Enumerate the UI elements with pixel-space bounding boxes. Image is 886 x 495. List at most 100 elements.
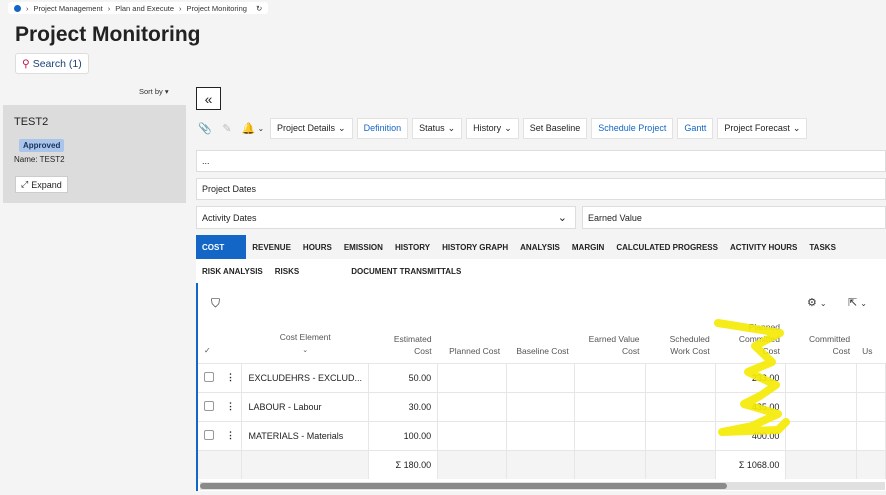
scrollbar-thumb[interactable] [200,483,727,489]
tab-cost[interactable]: COST [196,235,247,259]
row-menu-icon[interactable]: ⋮ [220,391,243,421]
filter-icon[interactable]: ⛉ [211,296,220,311]
totals-row: Σ 180.00 Σ 1068.00 [198,449,886,479]
project-forecast-button[interactable]: Project Forecast ⌄ [717,117,808,139]
sort-by-dropdown[interactable]: Sort by ▾ [139,87,169,96]
horizontal-scrollbar[interactable] [200,482,885,490]
row-checkbox[interactable] [204,429,214,440]
cost-element-cell: EXCLUDEHRS - EXCLUD... [241,362,369,392]
tab-hours[interactable]: HOURS [297,235,338,259]
chevron-down-icon: ⌄ [447,122,456,133]
planned-committed-cost-total: Σ 1068.00 [715,449,787,479]
status-button[interactable]: Status ⌄ [412,117,463,139]
project-dates-label: Project Dates [202,184,257,194]
expand-button[interactable]: ⤢ Expand [15,176,68,193]
tab-revenue[interactable]: REVENUE [246,235,297,259]
chevron-down-icon: ⌄ [338,122,346,133]
tab-history-graph[interactable]: HISTORY GRAPH [436,235,514,259]
expand-icon: ⤢ [21,179,29,189]
planned-cost-cell [437,391,507,421]
sort-by-label: Sort by [139,87,163,96]
set-baseline-label: Set Baseline [529,123,581,133]
activity-dates-select[interactable]: Activity Dates ⌄ [196,206,576,229]
next-cell [856,362,886,392]
breadcrumb-item[interactable]: Project Monitoring [187,4,247,13]
row-checkbox[interactable] [204,400,214,411]
tab-document-transmittals[interactable]: DOCUMENT TRANSMITTALS [345,259,467,283]
planned-committed-cost-cell: 400.00 [715,420,787,450]
row-menu-icon[interactable]: ⋮ [220,362,243,392]
page-title: Project Monitoring [15,23,201,46]
planned-cost-cell [437,420,507,450]
tab-tasks[interactable]: TASKS [803,235,842,259]
select-all-checkbox[interactable]: ✓ [198,319,220,363]
col-cost-element[interactable]: Cost Element ⌄ [242,319,369,363]
export-icon[interactable]: ⇱ ⌄ [848,296,867,309]
col-estimated-cost[interactable]: Estimated Cost [368,319,437,363]
committed-cost-cell [785,391,857,421]
col-baseline-cost[interactable]: Baseline Cost [506,319,575,363]
committed-cost-cell [785,420,857,450]
col-next[interactable]: Us [856,319,885,363]
collapse-panel-button[interactable]: « [196,87,221,110]
double-chevron-left-icon: « [204,90,213,107]
project-details-label: Project Details [277,123,336,133]
earned-value-section[interactable]: Earned Value [582,206,886,229]
earned-value-cost-cell [574,362,647,392]
set-baseline-button[interactable]: Set Baseline [522,117,588,139]
tab-history[interactable]: HISTORY [389,235,436,259]
breadcrumb-item[interactable]: Project Management [34,4,103,13]
project-details-button[interactable]: Project Details ⌄ [270,117,353,139]
breadcrumb-item[interactable]: Plan and Execute [115,4,174,13]
bell-icon[interactable]: 🔔 ⌄ [240,118,266,138]
planned-committed-cost-cell: 233.00 [715,362,787,392]
edit-icon[interactable]: ✎ [218,118,236,138]
chevron-down-icon: ⌄ [504,122,512,133]
gantt-button[interactable]: Gantt [677,117,714,139]
history-button[interactable]: History ⌄ [466,117,519,139]
schedule-project-button[interactable]: Schedule Project [591,117,674,139]
col-scheduled-work-cost[interactable]: Scheduled Work Cost [646,319,716,363]
col-planned-cost[interactable]: Planned Cost [438,319,507,363]
search-button[interactable]: ⚲ Search (1) [15,53,89,74]
settings-gear-icon[interactable]: ⚙ ⌄ [807,296,827,309]
estimated-cost-cell: 50.00 [368,362,439,392]
earned-value-label: Earned Value [588,212,642,223]
caret-down-icon: ▾ [164,87,169,96]
table-row[interactable]: ⋮ LABOUR - Labour 30.00 435.00 [198,391,886,421]
cost-element-cell: LABOUR - Labour [241,391,369,421]
tab-activity-hours[interactable]: ACTIVITY HOURS [724,235,803,259]
project-name: TEST2 [14,116,49,128]
col-committed-cost[interactable]: Committed Cost [786,319,856,363]
table-row[interactable]: ⋮ EXCLUDEHRS - EXCLUD... 50.00 233.00 [198,362,886,392]
project-dates-section[interactable]: Project Dates [196,178,886,200]
row-menu-icon[interactable]: ⋮ [220,420,243,450]
gantt-label: Gantt [684,123,707,133]
row-checkbox[interactable] [204,371,214,382]
cost-table: ✓ Cost Element ⌄ Estimated Cost Planned C… [198,319,886,479]
refresh-icon[interactable]: ↻ [256,4,262,13]
home-icon[interactable] [14,4,21,12]
table-row[interactable]: ⋮ MATERIALS - Materials 100.00 400.00 [198,420,886,450]
tab-calculated-progress[interactable]: CALCULATED PROGRESS [610,235,724,259]
tab-emission[interactable]: EMISSION [338,235,389,259]
scheduled-work-cost-cell [645,391,717,421]
project-card[interactable]: TEST2 Approved Name: TEST2 ⤢ Expand [3,105,186,203]
attachment-icon[interactable]: 📎 [196,118,214,138]
tab-analysis[interactable]: ANALYSIS [514,235,566,259]
tab-margin[interactable]: MARGIN [566,235,610,259]
next-cell [856,420,886,450]
more-section[interactable]: ... [196,150,886,172]
definition-button[interactable]: Definition [356,117,409,139]
baseline-cost-cell [506,362,576,392]
tab-risk-analysis[interactable]: RISK ANALYSIS [196,259,269,283]
tab-risks[interactable]: RISKS [269,259,305,283]
definition-label: Definition [363,123,402,133]
committed-cost-cell [785,362,857,392]
activity-dates-label: Activity Dates [202,212,257,223]
chevron-down-icon: ⌄ [792,122,801,133]
col-earned-value-cost[interactable]: Earned Value Cost [575,319,646,363]
col-planned-committed-cost[interactable]: Planned Committed Cost [716,319,786,363]
baseline-cost-cell [506,391,576,421]
planned-committed-cost-cell: 435.00 [715,391,787,421]
